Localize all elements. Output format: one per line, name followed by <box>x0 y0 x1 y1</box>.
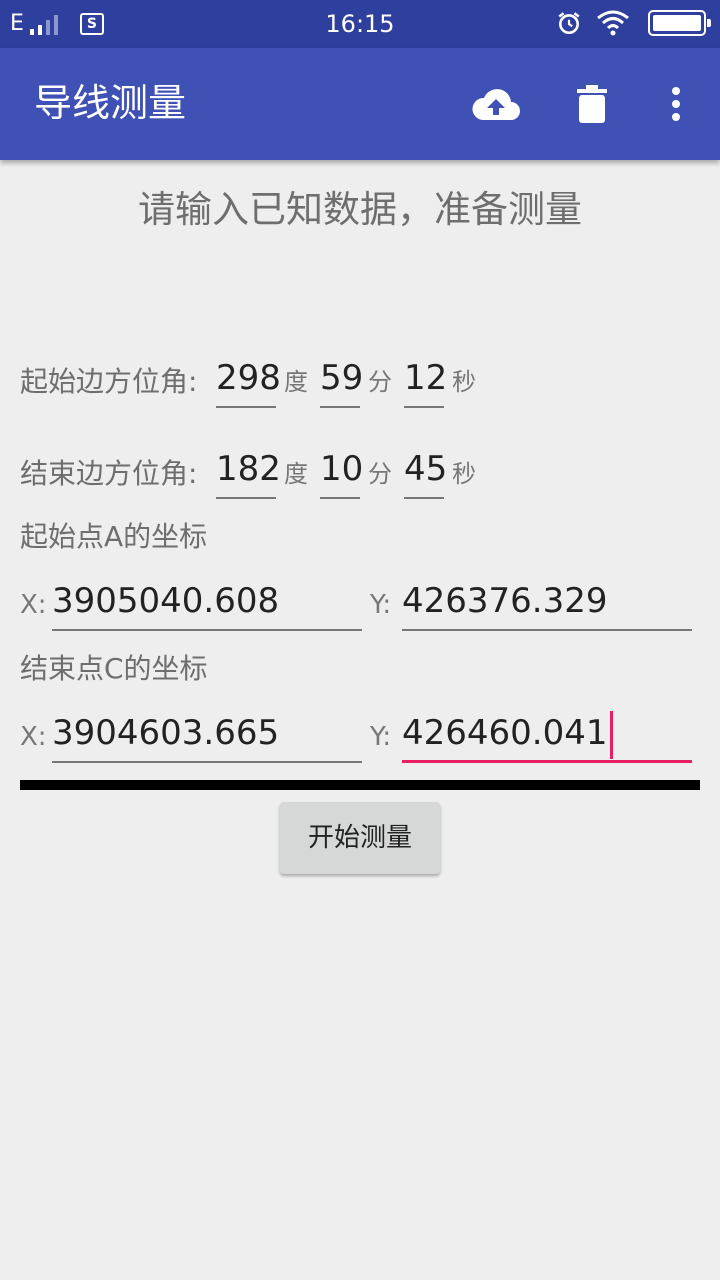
alarm-icon <box>558 12 580 35</box>
minute-unit-label: 分 <box>368 368 392 396</box>
point-c-y-label: Y: <box>370 722 392 752</box>
point-c-y-value: 426460.041 <box>402 713 608 753</box>
degree-unit-label: 度 <box>284 368 308 396</box>
delete-button[interactable] <box>564 76 620 132</box>
start-measure-button[interactable]: 开始测量 <box>280 802 440 874</box>
degree-unit-label: 度 <box>284 460 308 488</box>
second-unit-label: 秒 <box>452 460 476 488</box>
app-bar: 导线测量 <box>0 48 720 160</box>
wifi-icon <box>597 10 629 36</box>
point-a-label: 起始点A的坐标 <box>20 520 208 553</box>
text-cursor <box>609 710 613 759</box>
point-a-y-input[interactable]: 426376.329 <box>402 575 692 631</box>
point-c-y-input[interactable]: 426460.041 <box>402 707 692 763</box>
delete-icon <box>577 85 607 123</box>
overflow-menu-button[interactable] <box>648 76 704 132</box>
app-title: 导线测量 <box>34 81 187 125</box>
point-c-x-input[interactable]: 3904603.665 <box>52 707 362 763</box>
point-a-y-label: Y: <box>370 590 392 620</box>
start-azimuth-seconds-input[interactable]: 12 <box>404 352 447 408</box>
start-azimuth-label: 起始边方位角: <box>20 365 198 398</box>
page-subtitle: 请输入已知数据，准备测量 <box>138 188 582 231</box>
second-unit-label: 秒 <box>452 368 476 396</box>
cloud-upload-icon <box>472 89 520 120</box>
start-azimuth-minutes-input[interactable]: 59 <box>320 352 363 408</box>
end-azimuth-degrees-input[interactable]: 182 <box>216 443 281 499</box>
end-azimuth-label: 结束边方位角: <box>20 457 198 490</box>
point-c-label: 结束点C的坐标 <box>20 652 208 685</box>
divider <box>20 780 700 790</box>
end-azimuth-minutes-input[interactable]: 10 <box>320 443 363 499</box>
end-azimuth-seconds-input[interactable]: 45 <box>404 443 447 499</box>
start-azimuth-degrees-input[interactable]: 298 <box>216 352 281 408</box>
upload-button[interactable] <box>468 76 524 132</box>
status-bar: E S 16:15 <box>0 0 720 48</box>
status-right <box>556 10 711 36</box>
more-vert-icon <box>672 87 680 121</box>
point-a-x-input[interactable]: 3905040.608 <box>52 575 362 631</box>
point-a-x-label: X: <box>20 590 47 620</box>
point-c-x-label: X: <box>20 722 47 752</box>
minute-unit-label: 分 <box>368 460 392 488</box>
battery-icon <box>648 10 711 36</box>
